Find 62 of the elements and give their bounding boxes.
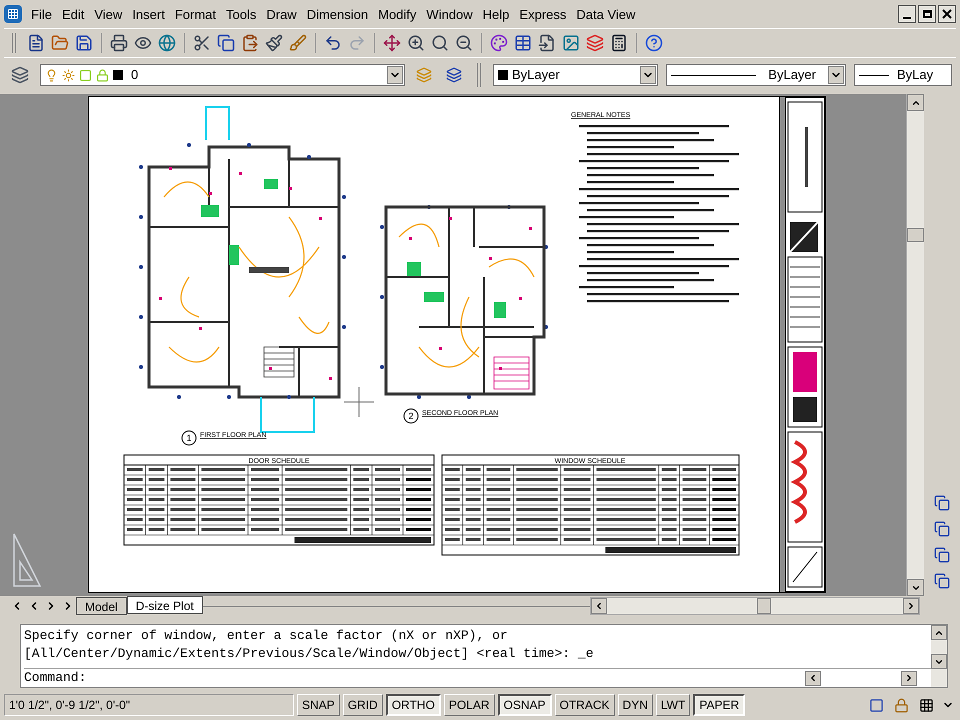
color-value: ByLayer: [512, 66, 560, 84]
menu-item[interactable]: Insert: [127, 8, 170, 20]
menu-item[interactable]: Window: [421, 8, 478, 20]
ucs-triangle-icon: [12, 532, 42, 588]
lineweight-dropdown[interactable]: ByLay: [854, 64, 952, 86]
lineweight-value: ByLay: [897, 66, 934, 84]
scroll-left-icon[interactable]: [805, 670, 821, 686]
menu-item[interactable]: File: [26, 8, 57, 20]
menu-item[interactable]: Modify: [373, 8, 422, 20]
square-icon: [79, 68, 92, 82]
command-history-line: [All/Center/Dynamic/Extents/Previous/Scale/Window/Object] <real time>: _e: [24, 645, 594, 663]
coordinates-display: 1'0 1/2", 0'-9 1/2", 0'-0": [4, 694, 294, 716]
layer-dropdown[interactable]: 0: [40, 64, 405, 86]
layout-tab[interactable]: D-size Plot: [126, 596, 203, 614]
scroll-right-icon[interactable]: [903, 598, 919, 614]
menu-item[interactable]: Help: [478, 8, 514, 20]
scroll-thumb[interactable]: [907, 228, 924, 242]
menu-item[interactable]: Dimension: [302, 8, 374, 20]
status-toggle[interactable]: ORTHO: [386, 694, 441, 716]
lock-icon: [96, 68, 109, 82]
color-swatch: [113, 70, 123, 80]
status-toggle[interactable]: SNAP: [297, 694, 340, 716]
scroll-up-icon[interactable]: [907, 94, 924, 111]
status-toggle[interactable]: LWT: [656, 694, 690, 716]
linetype-value: ByLayer: [767, 66, 817, 84]
layer-name: 0: [131, 66, 138, 84]
menu-item[interactable]: Format: [170, 8, 221, 20]
menu-item[interactable]: Express: [514, 8, 572, 20]
scroll-right-icon[interactable]: [901, 670, 917, 686]
linetype-dropdown[interactable]: ByLayer: [666, 64, 846, 86]
color-dropdown[interactable]: ByLayer: [493, 64, 658, 86]
status-toggle[interactable]: GRID: [342, 694, 383, 716]
status-toggle[interactable]: OSNAP: [498, 694, 552, 716]
lightbulb-icon: [45, 68, 58, 82]
scroll-up-icon[interactable]: [931, 625, 947, 640]
line-sample: [859, 74, 889, 76]
menu-item[interactable]: Data View: [571, 8, 640, 20]
menu-item[interactable]: Draw: [261, 8, 302, 20]
color-swatch: [498, 70, 508, 80]
scroll-down-icon[interactable]: [931, 654, 947, 669]
app-icon[interactable]: [4, 5, 22, 23]
status-toggle[interactable]: DYN: [618, 694, 653, 716]
command-history-line: Specify corner of window, enter a scale factor (nX or nXP), or: [24, 627, 509, 645]
status-toggle[interactable]: OTRACK: [554, 694, 615, 716]
scroll-down-icon[interactable]: [907, 579, 924, 596]
status-toggle[interactable]: PAPER: [693, 694, 746, 716]
menu-item[interactable]: Tools: [221, 8, 262, 20]
restore-icon[interactable]: [918, 5, 936, 23]
sun-icon: [62, 68, 75, 82]
plan-number-marker: 1: [182, 430, 196, 446]
menu-item[interactable]: View: [89, 8, 128, 20]
plan-number-marker: 2: [404, 408, 418, 424]
menu-item[interactable]: Edit: [56, 8, 90, 20]
command-prompt: Command:: [24, 669, 86, 687]
layout-tab[interactable]: Model: [76, 597, 127, 615]
scroll-left-icon[interactable]: [591, 598, 607, 614]
horizontal-scrollbar[interactable]: [590, 597, 920, 615]
minimize-icon[interactable]: [898, 5, 916, 23]
close-icon[interactable]: [938, 5, 956, 23]
vertical-scrollbar[interactable]: [906, 94, 924, 596]
scroll-thumb[interactable]: [757, 598, 771, 614]
status-toggle[interactable]: POLAR: [444, 694, 494, 716]
